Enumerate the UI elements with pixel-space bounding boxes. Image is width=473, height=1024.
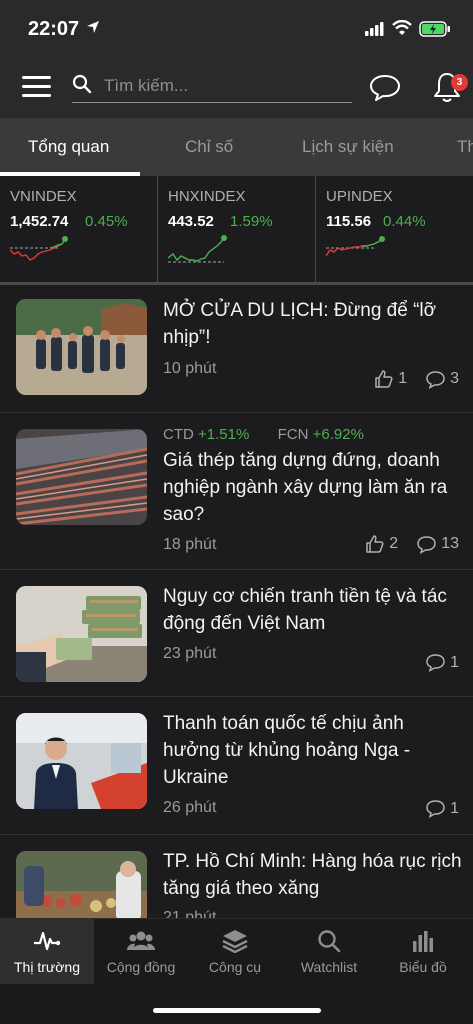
search-icon — [72, 74, 92, 94]
article-time: 21 phút — [163, 909, 217, 918]
status-bar: 22:07 — [0, 0, 473, 58]
nav-community[interactable]: Cộng đồng — [94, 919, 188, 985]
index-name: HNXINDEX — [168, 188, 246, 205]
article-thumbnail — [16, 713, 147, 809]
article-stats: 1 — [425, 799, 459, 818]
tab-bar: Tổng quan Chỉ số Lịch sự kiện Th — [0, 118, 473, 176]
signal-icon — [365, 22, 384, 36]
ticker-code[interactable]: FCN — [278, 426, 309, 443]
index-card-vnindex[interactable]: VNINDEX 1,452.74 0.45% — [0, 176, 157, 282]
article-title[interactable]: TP. Hồ Chí Minh: Hàng hóa rục rịch tăng … — [163, 848, 463, 902]
article-stats: 1 — [425, 653, 459, 672]
article-item[interactable]: Nguy cơ chiến tranh tiền tệ và tác động … — [0, 569, 473, 697]
comment-count: 1 — [450, 799, 459, 817]
index-card-hnxindex[interactable]: HNXINDEX 443.52 1.59% — [158, 176, 315, 282]
comment-icon[interactable] — [425, 653, 446, 672]
index-change: 0.45% — [85, 213, 128, 230]
tab-indices[interactable]: Chỉ số — [185, 137, 233, 157]
tab-more[interactable]: Th — [457, 137, 473, 157]
index-name: UPINDEX — [326, 188, 393, 205]
home-indicator — [153, 1008, 321, 1013]
index-change: 0.44% — [383, 213, 426, 230]
article-time: 26 phút — [163, 799, 217, 816]
index-sparkline — [168, 235, 227, 263]
chat-icon[interactable] — [368, 73, 402, 103]
divider — [315, 176, 316, 282]
comment-icon[interactable] — [425, 370, 446, 389]
article-title[interactable]: Thanh toán quốc tế chịu ảnh hưởng từ khủ… — [163, 710, 463, 791]
market-indices: VNINDEX 1,452.74 0.45% HNXINDEX 443.52 1… — [0, 176, 473, 282]
ticker-code[interactable]: CTD — [163, 426, 194, 443]
nav-market[interactable]: Thị trường — [0, 919, 94, 985]
tab-events[interactable]: Lịch sự kiện — [302, 137, 394, 157]
app-header — [0, 58, 473, 118]
article-title[interactable]: Nguy cơ chiến tranh tiền tệ và tác động … — [163, 583, 463, 637]
tab-overview[interactable]: Tổng quan — [28, 137, 109, 157]
article-item[interactable]: TP. Hồ Chí Minh: Hàng hóa rục rịch tăng … — [0, 834, 473, 918]
home-indicator-area — [0, 984, 473, 1024]
article-thumbnail — [16, 586, 147, 682]
community-icon — [127, 931, 155, 950]
like-count: 1 — [398, 370, 408, 387]
nav-charts[interactable]: Biểu đồ — [376, 919, 470, 985]
pulse-icon — [34, 931, 61, 951]
index-value: 1,452.74 — [10, 213, 69, 230]
article-thumbnail — [16, 429, 147, 525]
index-name: VNINDEX — [10, 188, 77, 205]
nav-watchlist[interactable]: Watchlist — [282, 919, 376, 985]
article-thumbnail — [16, 299, 147, 395]
thumbs-up-icon[interactable] — [365, 534, 385, 554]
article-time: 10 phút — [163, 360, 217, 377]
battery-charging-icon — [419, 21, 450, 37]
thumbs-up-icon[interactable] — [374, 369, 394, 389]
ticker-change: +6.92% — [312, 426, 364, 443]
article-thumbnail — [16, 851, 147, 918]
nav-tools[interactable]: Công cụ — [188, 919, 282, 985]
notification-badge: 3 — [451, 74, 468, 91]
search-bar[interactable] — [72, 68, 352, 103]
divider — [157, 176, 158, 282]
search-input[interactable] — [102, 72, 346, 100]
comment-count: 1 — [450, 653, 459, 671]
layers-icon — [222, 930, 248, 954]
article-item[interactable]: MỞ CỬA DU LỊCH: Đừng để “lỡ nhịp”! 10 ph… — [0, 285, 473, 413]
article-tickers: CTD +1.51% FCN +6.92% — [163, 426, 364, 443]
nav-label: Biểu đồ — [399, 959, 447, 975]
article-stats: 1 3 — [374, 369, 459, 389]
index-card-upindex[interactable]: UPINDEX 115.56 0.44% — [316, 176, 473, 282]
article-stats: 2 13 — [365, 534, 459, 554]
menu-icon[interactable] — [22, 74, 52, 100]
ticker-change: +1.51% — [198, 426, 250, 443]
article-time: 23 phút — [163, 645, 217, 662]
article-title[interactable]: MỞ CỬA DU LỊCH: Đừng để “lỡ nhịp”! — [163, 297, 463, 351]
bar-chart-icon — [413, 931, 433, 952]
location-arrow-icon — [87, 21, 99, 33]
article-time: 18 phút — [163, 536, 217, 553]
nav-label: Thị trường — [13, 959, 80, 975]
bottom-nav: Thị trường Cộng đồng Công cụ Watchlist B… — [0, 918, 473, 985]
index-sparkline — [326, 236, 385, 257]
comment-icon[interactable] — [425, 799, 446, 818]
index-change: 1.59% — [230, 213, 273, 230]
search-icon — [318, 930, 341, 953]
like-count: 2 — [389, 535, 399, 552]
comment-icon[interactable] — [416, 535, 437, 554]
article-item[interactable]: Thanh toán quốc tế chịu ảnh hưởng từ khủ… — [0, 696, 473, 835]
nav-label: Công cụ — [208, 959, 262, 975]
index-value: 443.52 — [168, 213, 214, 230]
article-title[interactable]: Giá thép tăng dựng đứng, doanh nghiệp ng… — [163, 447, 463, 528]
wifi-icon — [392, 20, 412, 35]
status-time: 22:07 — [28, 18, 80, 40]
article-item[interactable]: CTD +1.51% FCN +6.92% Giá thép tăng dựng… — [0, 412, 473, 570]
nav-label: Cộng đồng — [106, 959, 176, 975]
index-sparkline — [10, 236, 68, 261]
nav-label: Watchlist — [300, 959, 358, 975]
comment-count: 3 — [450, 370, 459, 387]
index-value: 115.56 — [326, 213, 372, 230]
comment-count: 13 — [441, 535, 459, 552]
